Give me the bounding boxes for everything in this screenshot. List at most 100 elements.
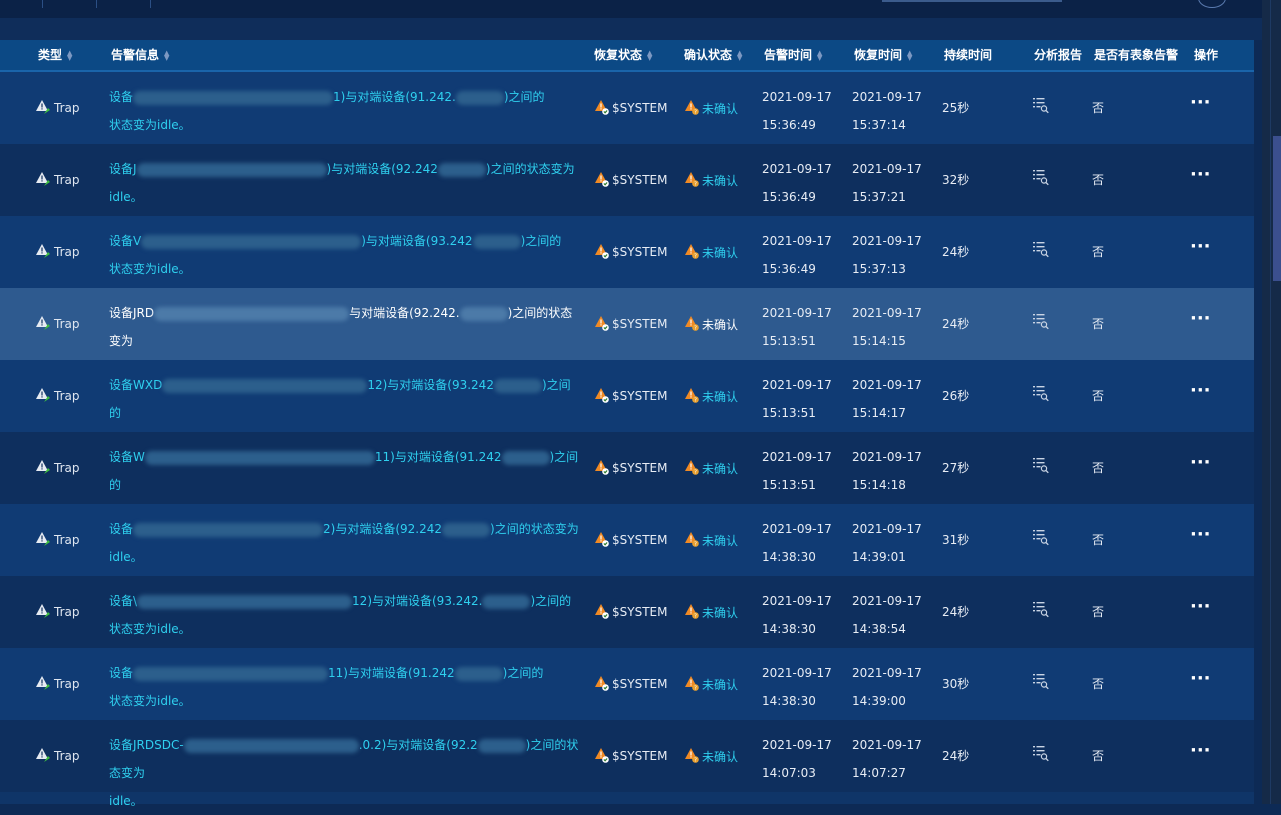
- column-header-alarm-info[interactable]: 告警信息 ▲ ▼: [111, 40, 169, 70]
- apparent-alarm-flag: 否: [1092, 173, 1105, 187]
- column-header-confirm-status[interactable]: 确认状态 ▲ ▼: [684, 40, 742, 70]
- more-icon[interactable]: ···: [1190, 596, 1211, 617]
- alarm-time: 2021-09-17 15:13:51: [762, 378, 832, 420]
- duration: 24秒: [942, 605, 970, 619]
- scrollbar-track[interactable]: [1262, 0, 1281, 804]
- recovery-time: 2021-09-17 14:38:54: [852, 594, 922, 636]
- apparent-alarm-flag: 否: [1092, 245, 1105, 259]
- report-search-icon[interactable]: [1032, 168, 1050, 189]
- warning-question-icon: ?: [684, 243, 700, 262]
- table-row[interactable]: Trap 设备V)与对端设备(93.242)之间的 状态变为idle。 $SYST…: [0, 216, 1254, 288]
- table-row[interactable]: Trap 设备W11)与对端设备(91.242)之间的状态变为idle。 $SY…: [0, 432, 1254, 520]
- recovery-status: $SYSTEM: [592, 360, 667, 432]
- report-search-icon[interactable]: [1032, 96, 1050, 117]
- redacted-text: [493, 378, 542, 393]
- redacted-text: [459, 306, 508, 321]
- sort-icon[interactable]: ▲ ▼: [907, 49, 912, 61]
- toolbar-area: [0, 18, 1281, 40]
- table-row[interactable]: Trap 设备JRDSDC- .0.2)与对端设备(92.2)之间的状态变为 idl…: [0, 720, 1254, 808]
- svg-text:?: ?: [694, 541, 697, 546]
- alarm-message-link[interactable]: 设备\ 12)与对端设备(93.242.)之间的 状态变为idle。: [109, 587, 579, 643]
- more-icon[interactable]: ···: [1190, 524, 1211, 545]
- table-row[interactable]: Trap 设备J)与对端设备(92.242)之间的状态变为 idle。 $SYST…: [0, 144, 1254, 216]
- more-icon[interactable]: ···: [1190, 92, 1211, 113]
- alarm-message-link[interactable]: 设备 2)与对端设备(92.242)之间的状态变为 idle。: [109, 515, 579, 571]
- warning-check-icon: [594, 315, 610, 334]
- column-header-recovery-time[interactable]: 恢复时间 ▲ ▼: [854, 40, 912, 70]
- table-row[interactable]: Trap 设备\ 12)与对端设备(93.242.)之间的 状态变为idle。 $S…: [0, 576, 1254, 648]
- table-row[interactable]: Trap 设备 2)与对端设备(92.242)之间的状态变为 idle。 $SYST…: [0, 504, 1254, 576]
- confirm-status-link[interactable]: ? 未确认: [682, 288, 738, 360]
- column-header-type[interactable]: 类型 ▲ ▼: [38, 40, 72, 70]
- svg-text:?: ?: [694, 613, 697, 618]
- confirm-status-link[interactable]: ? 未确认: [682, 648, 738, 720]
- nav-divider: [42, 0, 43, 8]
- type-cell: Trap: [35, 360, 79, 432]
- warning-question-icon: ?: [684, 603, 700, 622]
- alarm-time: 2021-09-17 15:13:51: [762, 306, 832, 348]
- sort-icon[interactable]: ▲ ▼: [737, 49, 742, 61]
- redacted-text: [472, 234, 521, 249]
- column-header-recovery-status[interactable]: 恢复状态 ▲ ▼: [594, 40, 652, 70]
- alarm-message-link[interactable]: 设备 1)与对端设备(91.242.)之间的 状态变为idle。: [109, 83, 579, 139]
- report-search-icon[interactable]: [1032, 456, 1050, 477]
- sort-icon[interactable]: ▲ ▼: [817, 49, 822, 61]
- recovery-status: $SYSTEM: [592, 72, 667, 144]
- report-search-icon[interactable]: [1032, 240, 1050, 261]
- sort-icon[interactable]: ▲ ▼: [647, 49, 652, 61]
- redacted-text: [162, 378, 368, 393]
- apparent-alarm-flag: 否: [1092, 461, 1105, 475]
- alarm-message-link[interactable]: 设备JRDSDC- .0.2)与对端设备(92.2)之间的状态变为 idle。: [109, 731, 579, 815]
- warning-check-icon: [594, 747, 610, 766]
- trap-alert-icon: [35, 459, 51, 478]
- column-header-alarm-time[interactable]: 告警时间 ▲ ▼: [764, 40, 822, 70]
- apparent-alarm-flag: 否: [1092, 749, 1105, 763]
- alarm-message-link[interactable]: 设备 11)与对端设备(91.242)之间的 状态变为idle。: [109, 659, 579, 715]
- warning-check-icon: [594, 171, 610, 190]
- sort-icon[interactable]: ▲ ▼: [67, 49, 72, 61]
- user-avatar-icon[interactable]: [1198, 0, 1226, 8]
- scrollbar-thumb[interactable]: [1273, 136, 1281, 281]
- more-icon[interactable]: ···: [1190, 164, 1211, 185]
- more-icon[interactable]: ···: [1190, 452, 1211, 473]
- report-search-icon[interactable]: [1032, 312, 1050, 333]
- apparent-alarm-flag: 否: [1092, 389, 1105, 403]
- report-search-icon[interactable]: [1032, 384, 1050, 405]
- table-row[interactable]: Trap 设备 1)与对端设备(91.242.)之间的 状态变为idle。 $SYS…: [0, 72, 1254, 144]
- recovery-status: $SYSTEM: [592, 648, 667, 720]
- sort-icon[interactable]: ▲ ▼: [164, 49, 169, 61]
- confirm-status-link[interactable]: ? 未确认: [682, 216, 738, 288]
- redacted-text: [437, 162, 486, 177]
- more-icon[interactable]: ···: [1190, 308, 1211, 329]
- alarm-time: 2021-09-17 14:38:30: [762, 522, 832, 564]
- trap-alert-icon: [35, 675, 51, 694]
- report-search-icon[interactable]: [1032, 600, 1050, 621]
- warning-check-icon: [594, 387, 610, 406]
- type-cell: Trap: [35, 72, 79, 144]
- svg-text:?: ?: [694, 181, 697, 186]
- confirm-status-link[interactable]: ? 未确认: [682, 432, 738, 504]
- confirm-status-link[interactable]: ? 未确认: [682, 144, 738, 216]
- search-box[interactable]: [882, 0, 1062, 2]
- alarm-message-link[interactable]: 设备J)与对端设备(92.242)之间的状态变为 idle。: [109, 155, 579, 211]
- more-icon[interactable]: ···: [1190, 740, 1211, 761]
- table-row[interactable]: Trap 设备WXD12)与对端设备(93.242)之间的状态变为idle。 $…: [0, 360, 1254, 448]
- alarm-message-link[interactable]: 设备V)与对端设备(93.242)之间的 状态变为idle。: [109, 227, 579, 283]
- confirm-status-link[interactable]: ? 未确认: [682, 72, 738, 144]
- more-icon[interactable]: ···: [1190, 668, 1211, 689]
- report-search-icon[interactable]: [1032, 744, 1050, 765]
- more-icon[interactable]: ···: [1190, 236, 1211, 257]
- confirm-status-link[interactable]: ? 未确认: [682, 576, 738, 648]
- more-icon[interactable]: ···: [1190, 380, 1211, 401]
- confirm-status-link[interactable]: ? 未确认: [682, 360, 738, 432]
- warning-question-icon: ?: [684, 171, 700, 190]
- column-header-duration: 持续时间: [944, 48, 993, 62]
- confirm-status-link[interactable]: ? 未确认: [682, 720, 738, 792]
- confirm-status-link[interactable]: ? 未确认: [682, 504, 738, 576]
- report-search-icon[interactable]: [1032, 672, 1050, 693]
- table-row[interactable]: Trap 设备 11)与对端设备(91.242)之间的 状态变为idle。 $SYS…: [0, 648, 1254, 720]
- table-row[interactable]: Trap 设备JRD与对端设备(92.242.)之间的状态变为idle。 $SY…: [0, 288, 1254, 376]
- report-search-icon[interactable]: [1032, 528, 1050, 549]
- redacted-text: [133, 90, 334, 105]
- scrollbar-divider: [1270, 0, 1271, 804]
